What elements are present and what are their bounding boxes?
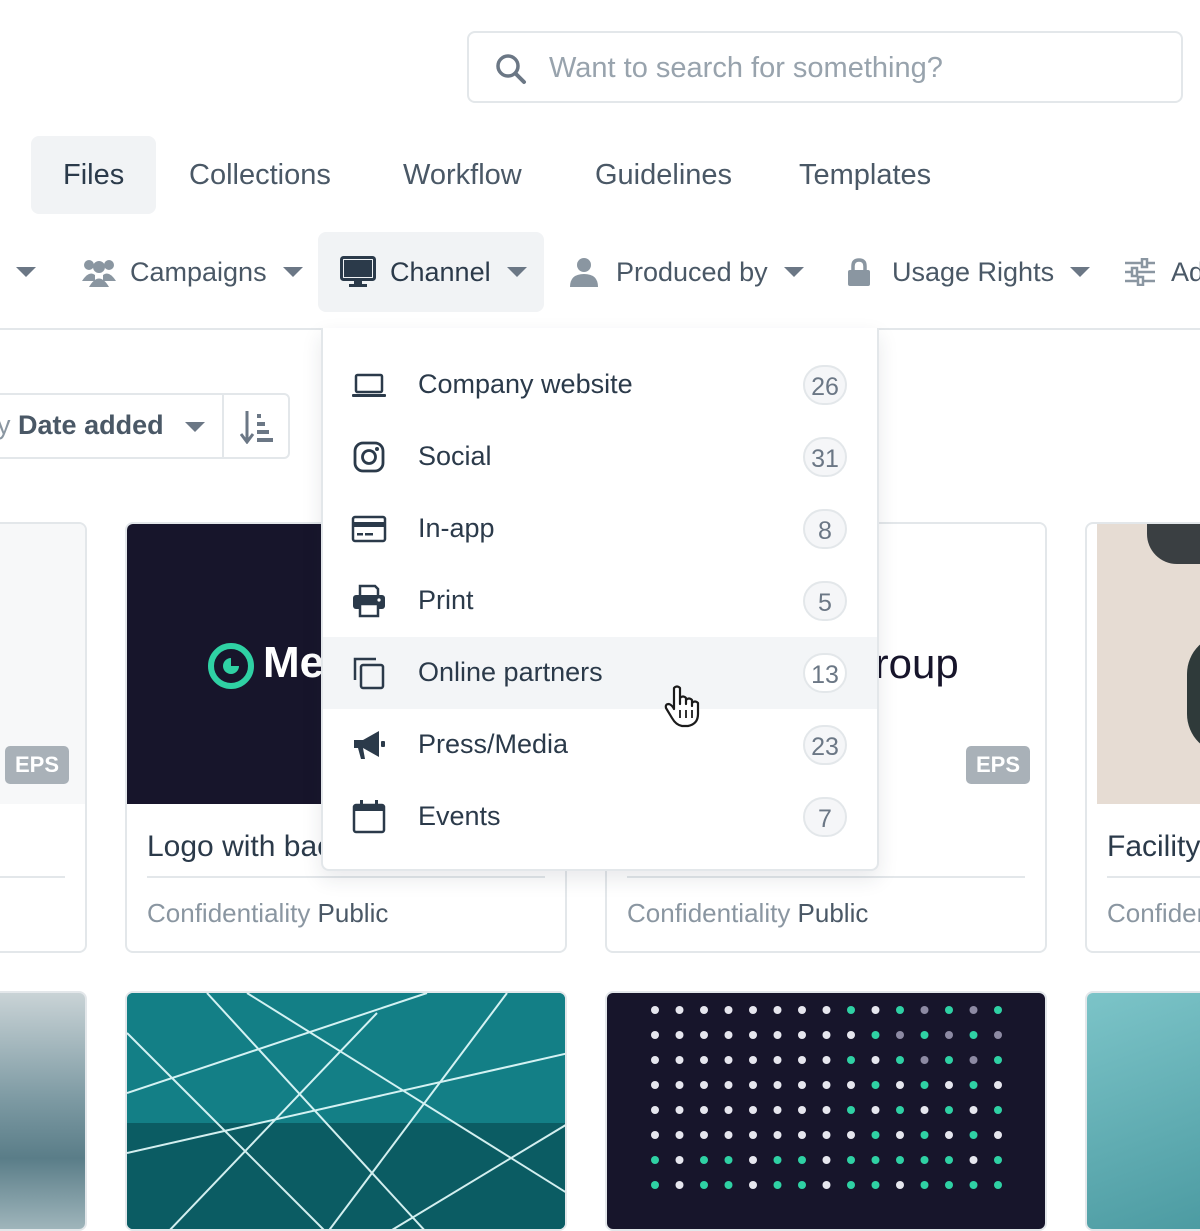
asset-card[interactable] <box>125 991 567 1231</box>
filter-advanced[interactable]: Ad <box>1125 232 1200 312</box>
filter-usage-rights-label: Usage Rights <box>892 256 1055 287</box>
card-thumbnail <box>651 1006 1002 1189</box>
sort-control[interactable]: by Date added <box>0 393 290 459</box>
count-badge: 23 <box>803 725 847 765</box>
card-confidentiality: Confidentiality Public <box>627 898 869 928</box>
count-badge: 13 <box>803 653 847 693</box>
menu-item-label: Press/Media <box>418 729 569 759</box>
tab-files[interactable]: Files <box>31 136 157 214</box>
asset-card[interactable] <box>1085 991 1200 1231</box>
file-type-badge: EPS <box>966 746 1031 784</box>
asset-card[interactable] <box>605 991 1047 1231</box>
sliders-icon <box>1125 258 1155 286</box>
filter-usage-rights[interactable]: Usage Rights <box>848 232 1091 312</box>
chevron-down-icon <box>506 267 527 277</box>
menu-item-label: Company website <box>418 369 633 399</box>
filter-channel[interactable]: Channel <box>318 232 544 312</box>
menu-item-print[interactable]: Print 5 <box>323 565 877 637</box>
asset-card[interactable]: EPS <box>0 522 87 953</box>
card-thumbnail <box>1097 524 1200 804</box>
count-badge: 26 <box>803 365 847 405</box>
filter-advanced-label: Ad <box>1171 256 1200 287</box>
menu-item-label: Social <box>418 441 492 471</box>
credit-card-icon <box>351 515 387 543</box>
filter-produced-by-label: Produced by <box>616 256 768 287</box>
menu-item-company-website[interactable]: Company website 26 <box>323 349 877 421</box>
asset-card[interactable]: Facility Confiden <box>1085 522 1200 953</box>
filter-campaigns[interactable]: Campaigns <box>82 232 303 312</box>
menu-item-social[interactable]: Social 31 <box>323 421 877 493</box>
tab-templates[interactable]: Templates <box>767 136 963 214</box>
count-badge: 8 <box>803 509 847 549</box>
card-title: Logo with bac <box>147 830 333 863</box>
users-icon <box>82 260 116 287</box>
tab-workflow[interactable]: Workflow <box>371 136 554 214</box>
card-confidentiality: Confidentiality Public <box>147 898 389 928</box>
lock-icon <box>848 258 870 286</box>
channel-dropdown-menu: Company website 26 Social 31 In-app 8 Pr… <box>321 328 879 871</box>
filter-campaigns-label: Campaigns <box>130 256 267 287</box>
printer-icon <box>353 584 385 618</box>
chevron-down-icon <box>16 267 36 277</box>
search-box[interactable] <box>467 31 1183 103</box>
chevron-down-icon <box>185 421 206 432</box>
file-type-badge: EPS <box>5 746 70 784</box>
menu-item-in-app[interactable]: In-app 8 <box>323 493 877 565</box>
count-badge: 7 <box>803 797 847 837</box>
sort-dropdown[interactable]: by Date added <box>0 410 206 441</box>
filter-produced-by[interactable]: Produced by <box>570 232 804 312</box>
filter-previous-dropdown[interactable] <box>16 232 36 312</box>
instagram-icon <box>353 441 385 473</box>
menu-item-events[interactable]: Events 7 <box>323 781 877 853</box>
asset-card[interactable] <box>0 991 87 1231</box>
menu-item-press-media[interactable]: Press/Media 23 <box>323 709 877 781</box>
user-icon <box>570 258 598 287</box>
menu-item-online-partners[interactable]: Online partners 13 <box>323 637 877 709</box>
sort-descending-icon[interactable] <box>240 410 274 444</box>
count-badge: 31 <box>803 437 847 477</box>
card-title: Facility <box>1107 830 1200 863</box>
sort-value: Date added <box>18 410 164 440</box>
sort-prefix: by <box>0 410 11 440</box>
copy-icon <box>353 657 385 690</box>
laptop-icon <box>352 373 386 397</box>
megaphone-icon <box>354 731 385 759</box>
brand-logo-icon <box>208 643 254 689</box>
menu-item-label: Print <box>418 585 474 615</box>
filter-channel-label: Channel <box>390 256 491 287</box>
tab-guidelines[interactable]: Guidelines <box>563 136 764 214</box>
chevron-down-icon <box>282 267 303 277</box>
chevron-down-icon <box>783 267 804 277</box>
hand-pointer-cursor-icon <box>664 685 700 728</box>
search-icon <box>496 54 526 84</box>
monitor-icon <box>340 256 376 287</box>
card-thumbnail <box>127 993 565 1229</box>
brand-logo-text: Me <box>263 638 325 687</box>
card-confidentiality: Confiden <box>1107 898 1200 928</box>
count-badge: 5 <box>803 581 847 621</box>
filter-bar: Campaigns Channel Produced by Usage Righ… <box>0 232 1200 330</box>
menu-item-label: Events <box>418 801 501 831</box>
chevron-down-icon <box>1070 267 1091 277</box>
menu-item-label: Online partners <box>418 657 603 687</box>
menu-item-label: In-app <box>418 513 495 543</box>
search-input[interactable] <box>547 47 1151 89</box>
calendar-icon <box>352 800 386 834</box>
tab-collections[interactable]: Collections <box>157 136 363 214</box>
